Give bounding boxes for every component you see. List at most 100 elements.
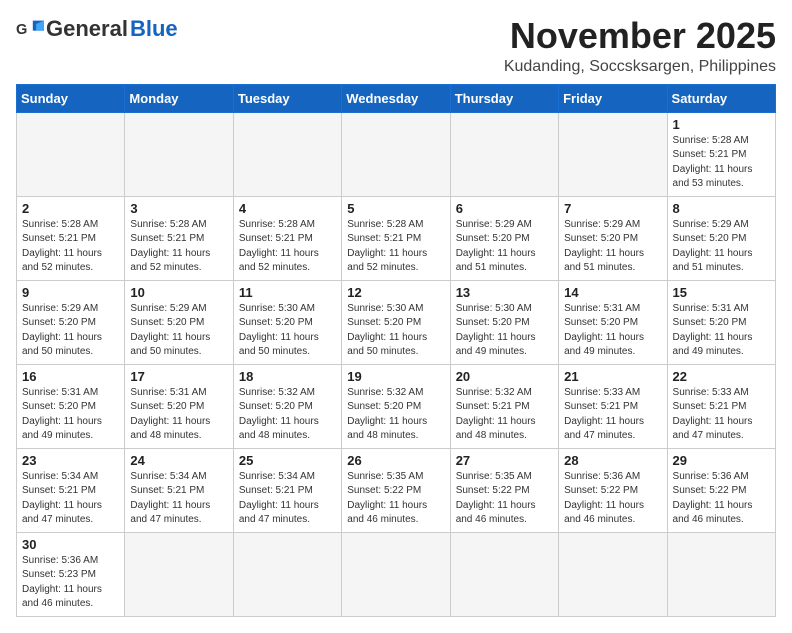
calendar-cell — [450, 532, 558, 616]
day-info: Sunrise: 5:28 AM Sunset: 5:21 PM Dayligh… — [239, 218, 336, 276]
weekday-header-monday: Monday — [125, 84, 233, 112]
calendar-cell: 26Sunrise: 5:35 AM Sunset: 5:22 PM Dayli… — [342, 448, 450, 532]
calendar-cell: 5 Sunrise: 5:28 AM Sunset: 5:21 PM Daylig… — [342, 196, 450, 280]
calendar-cell: 13 Sunrise: 5:30 AM Sunset: 5:20 PM Dayli… — [450, 280, 558, 364]
calendar-cell: 1 Sunrise: 5:28 AM Sunset: 5:21 PM Daylig… — [667, 112, 775, 196]
calendar-cell: 8Sunrise: 5:29 AM Sunset: 5:20 PM Daylig… — [667, 196, 775, 280]
day-number: 10 — [130, 285, 227, 300]
day-info: Sunrise: 5:35 AM Sunset: 5:22 PM Dayligh… — [347, 470, 444, 528]
day-number: 29 — [673, 453, 770, 468]
day-number: 30 — [22, 537, 119, 552]
calendar-cell: 20 Sunrise: 5:32 AM Sunset: 5:21 PM Dayli… — [450, 364, 558, 448]
calendar-cell: 22 Sunrise: 5:33 AM Sunset: 5:21 PM Dayli… — [667, 364, 775, 448]
calendar-cell: 21Sunrise: 5:33 AM Sunset: 5:21 PM Dayli… — [559, 364, 667, 448]
day-number: 21 — [564, 369, 661, 384]
weekday-header-sunday: Sunday — [17, 84, 125, 112]
day-number: 15 — [673, 285, 770, 300]
day-number: 12 — [347, 285, 444, 300]
logo: G General Blue — [16, 16, 178, 42]
weekday-header-row: SundayMondayTuesdayWednesdayThursdayFrid… — [17, 84, 776, 112]
day-info: Sunrise: 5:34 AM Sunset: 5:21 PM Dayligh… — [239, 470, 336, 528]
day-number: 28 — [564, 453, 661, 468]
calendar-cell: 25 Sunrise: 5:34 AM Sunset: 5:21 PM Dayli… — [233, 448, 341, 532]
calendar-cell: 4 Sunrise: 5:28 AM Sunset: 5:21 PM Daylig… — [233, 196, 341, 280]
day-info: Sunrise: 5:34 AM Sunset: 5:21 PM Dayligh… — [130, 470, 227, 528]
calendar-cell — [17, 112, 125, 196]
day-info: Sunrise: 5:29 AM Sunset: 5:20 PM Dayligh… — [456, 218, 553, 276]
calendar-cell: 3 Sunrise: 5:28 AM Sunset: 5:21 PM Daylig… — [125, 196, 233, 280]
day-info: Sunrise: 5:31 AM Sunset: 5:20 PM Dayligh… — [673, 302, 770, 360]
weekday-header-saturday: Saturday — [667, 84, 775, 112]
day-number: 14 — [564, 285, 661, 300]
calendar-cell — [450, 112, 558, 196]
weekday-header-friday: Friday — [559, 84, 667, 112]
day-info: Sunrise: 5:30 AM Sunset: 5:20 PM Dayligh… — [456, 302, 553, 360]
calendar-row-3: 9 Sunrise: 5:29 AM Sunset: 5:20 PM Daylig… — [17, 280, 776, 364]
logo-blue-text: Blue — [130, 16, 178, 42]
title-section: November 2025 Kudanding, Soccsksargen, P… — [504, 16, 776, 76]
calendar-row-1: 1 Sunrise: 5:28 AM Sunset: 5:21 PM Daylig… — [17, 112, 776, 196]
day-info: Sunrise: 5:28 AM Sunset: 5:21 PM Dayligh… — [347, 218, 444, 276]
day-info: Sunrise: 5:31 AM Sunset: 5:20 PM Dayligh… — [22, 386, 119, 444]
day-info: Sunrise: 5:28 AM Sunset: 5:21 PM Dayligh… — [673, 134, 770, 192]
day-number: 3 — [130, 201, 227, 216]
calendar-row-6: 30 Sunrise: 5:36 AM Sunset: 5:23 PM Dayli… — [17, 532, 776, 616]
calendar-cell: 24Sunrise: 5:34 AM Sunset: 5:21 PM Dayli… — [125, 448, 233, 532]
calendar-cell — [233, 532, 341, 616]
calendar-cell: 7Sunrise: 5:29 AM Sunset: 5:20 PM Daylig… — [559, 196, 667, 280]
calendar-cell — [125, 532, 233, 616]
day-info: Sunrise: 5:30 AM Sunset: 5:20 PM Dayligh… — [347, 302, 444, 360]
day-number: 2 — [22, 201, 119, 216]
calendar-row-5: 23 Sunrise: 5:34 AM Sunset: 5:21 PM Dayli… — [17, 448, 776, 532]
day-info: Sunrise: 5:31 AM Sunset: 5:20 PM Dayligh… — [130, 386, 227, 444]
day-number: 20 — [456, 369, 553, 384]
day-info: Sunrise: 5:30 AM Sunset: 5:20 PM Dayligh… — [239, 302, 336, 360]
calendar-cell: 11Sunrise: 5:30 AM Sunset: 5:20 PM Dayli… — [233, 280, 341, 364]
calendar-row-2: 2 Sunrise: 5:28 AM Sunset: 5:21 PM Daylig… — [17, 196, 776, 280]
day-number: 18 — [239, 369, 336, 384]
calendar-cell: 9Sunrise: 5:29 AM Sunset: 5:20 PM Daylig… — [17, 280, 125, 364]
calendar-row-4: 16 Sunrise: 5:31 AM Sunset: 5:20 PM Dayli… — [17, 364, 776, 448]
day-number: 19 — [347, 369, 444, 384]
page-header: G General Blue November 2025 Kudanding, … — [16, 16, 776, 76]
calendar-cell — [233, 112, 341, 196]
day-number: 16 — [22, 369, 119, 384]
calendar-cell: 14 Sunrise: 5:31 AM Sunset: 5:20 PM Dayli… — [559, 280, 667, 364]
day-number: 1 — [673, 117, 770, 132]
logo-general-text: General — [46, 16, 128, 42]
day-number: 6 — [456, 201, 553, 216]
day-info: Sunrise: 5:31 AM Sunset: 5:20 PM Dayligh… — [564, 302, 661, 360]
day-info: Sunrise: 5:34 AM Sunset: 5:21 PM Dayligh… — [22, 470, 119, 528]
calendar-cell: 28Sunrise: 5:36 AM Sunset: 5:22 PM Dayli… — [559, 448, 667, 532]
day-number: 9 — [22, 285, 119, 300]
day-info: Sunrise: 5:33 AM Sunset: 5:21 PM Dayligh… — [673, 386, 770, 444]
location-subtitle: Kudanding, Soccsksargen, Philippines — [504, 58, 776, 76]
day-number: 22 — [673, 369, 770, 384]
calendar-cell — [342, 532, 450, 616]
day-info: Sunrise: 5:29 AM Sunset: 5:20 PM Dayligh… — [564, 218, 661, 276]
calendar-cell — [559, 532, 667, 616]
day-info: Sunrise: 5:36 AM Sunset: 5:23 PM Dayligh… — [22, 554, 119, 612]
calendar-cell: 19 Sunrise: 5:32 AM Sunset: 5:20 PM Dayli… — [342, 364, 450, 448]
day-number: 27 — [456, 453, 553, 468]
generalblue-icon: G — [16, 18, 44, 40]
day-info: Sunrise: 5:28 AM Sunset: 5:21 PM Dayligh… — [130, 218, 227, 276]
weekday-header-wednesday: Wednesday — [342, 84, 450, 112]
month-year-title: November 2025 — [504, 16, 776, 56]
day-info: Sunrise: 5:32 AM Sunset: 5:20 PM Dayligh… — [347, 386, 444, 444]
svg-text:G: G — [16, 22, 27, 38]
day-info: Sunrise: 5:35 AM Sunset: 5:22 PM Dayligh… — [456, 470, 553, 528]
day-info: Sunrise: 5:32 AM Sunset: 5:21 PM Dayligh… — [456, 386, 553, 444]
day-number: 23 — [22, 453, 119, 468]
day-number: 4 — [239, 201, 336, 216]
day-number: 5 — [347, 201, 444, 216]
calendar-cell: 12 Sunrise: 5:30 AM Sunset: 5:20 PM Dayli… — [342, 280, 450, 364]
calendar-table: SundayMondayTuesdayWednesdayThursdayFrid… — [16, 84, 776, 617]
day-number: 25 — [239, 453, 336, 468]
day-number: 13 — [456, 285, 553, 300]
calendar-cell — [667, 532, 775, 616]
calendar-cell: 23 Sunrise: 5:34 AM Sunset: 5:21 PM Dayli… — [17, 448, 125, 532]
calendar-cell: 30 Sunrise: 5:36 AM Sunset: 5:23 PM Dayli… — [17, 532, 125, 616]
calendar-cell — [559, 112, 667, 196]
day-info: Sunrise: 5:29 AM Sunset: 5:20 PM Dayligh… — [130, 302, 227, 360]
